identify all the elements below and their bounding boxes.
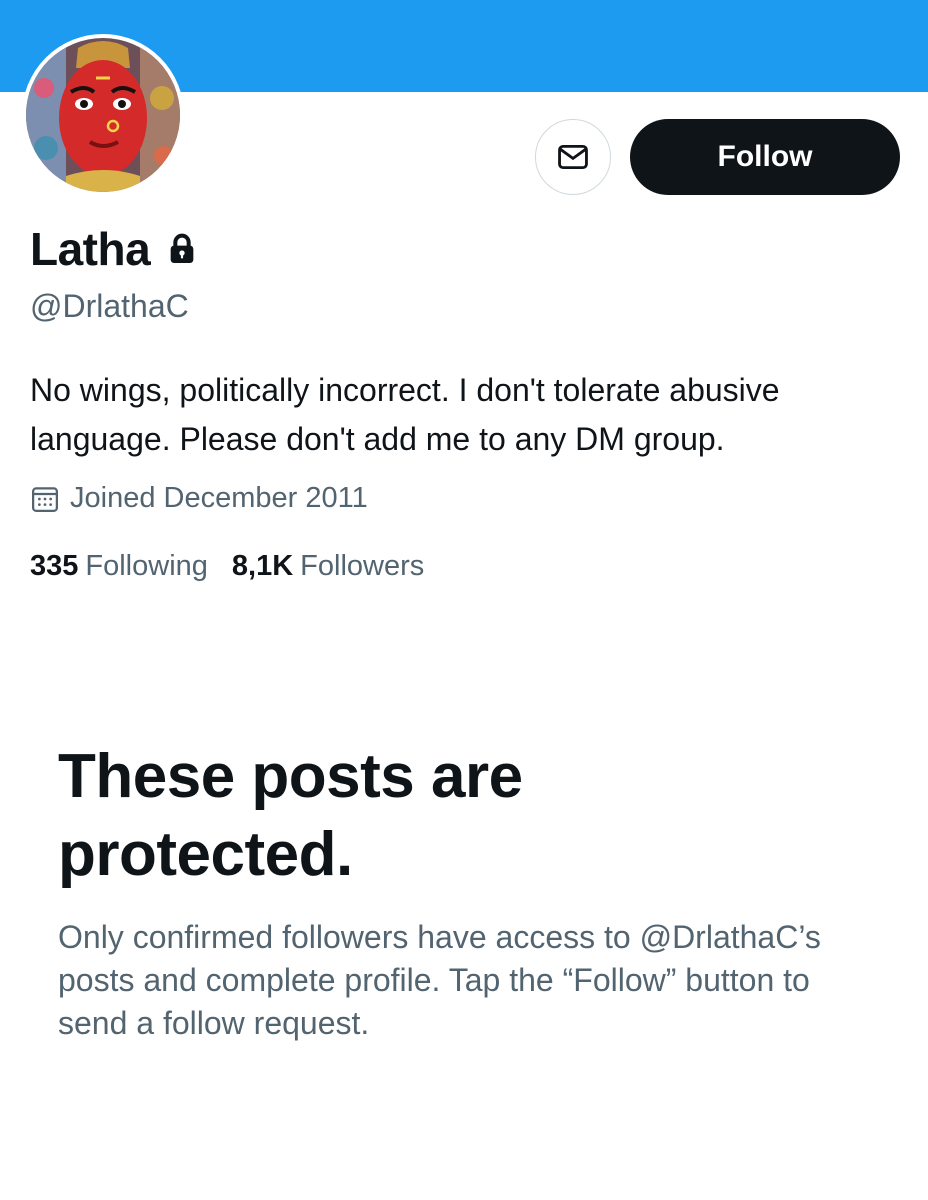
joined-date: Joined December 2011 bbox=[30, 482, 368, 515]
protected-description: Only confirmed followers have access to … bbox=[58, 919, 821, 1041]
followers-label: Followers bbox=[300, 550, 425, 582]
profile-name-row: Latha bbox=[30, 222, 196, 276]
followers-count: 8,1K bbox=[231, 550, 294, 582]
followers-link[interactable]: 8,1K Followers bbox=[232, 550, 424, 583]
following-count: 335 bbox=[30, 550, 79, 582]
profile-handle: @DrlathaC bbox=[30, 288, 189, 324]
mail-icon bbox=[558, 144, 588, 170]
following-label: Following bbox=[85, 550, 208, 582]
following-link[interactable]: 335 Following bbox=[30, 550, 208, 583]
joined-label: Joined December 2011 bbox=[70, 482, 368, 514]
message-button[interactable] bbox=[535, 119, 611, 195]
profile-name: Latha bbox=[30, 223, 151, 275]
follow-button[interactable]: Follow bbox=[630, 119, 900, 195]
profile-stats: 335 Following 8,1K Followers bbox=[30, 550, 424, 583]
lock-icon bbox=[170, 233, 194, 263]
profile-bio: No wings, politically incorrect. I don't… bbox=[30, 372, 780, 457]
profile-page: Follow Latha @DrlathaC No wings, politic… bbox=[0, 0, 928, 1200]
protected-title: These posts are protected. bbox=[58, 742, 523, 889]
profile-avatar[interactable] bbox=[22, 34, 184, 196]
calendar-icon bbox=[32, 486, 58, 512]
avatar-image bbox=[26, 38, 180, 192]
